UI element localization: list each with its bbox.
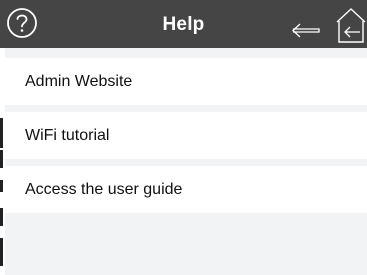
back-button[interactable]: [290, 0, 326, 48]
menu-item-wifi-tutorial[interactable]: WiFi tutorial: [5, 112, 367, 159]
edge-tick: [0, 150, 3, 168]
edge-tick: [0, 238, 3, 266]
home-button[interactable]: [332, 0, 367, 48]
help-screen: Help Admin Website WiFi tutorial Access …: [0, 0, 367, 275]
menu-item-user-guide[interactable]: Access the user guide: [5, 166, 367, 213]
home-icon: [336, 8, 366, 43]
edge-tick: [0, 208, 3, 226]
menu-item-label: Access the user guide: [25, 181, 183, 198]
menu-item-admin-website[interactable]: Admin Website: [5, 58, 367, 105]
edge-tick: [0, 180, 3, 192]
header-bar: Help: [0, 0, 367, 48]
help-button[interactable]: [6, 0, 40, 48]
menu-item-label: WiFi tutorial: [25, 127, 110, 144]
back-arrow-icon: [292, 23, 320, 38]
menu-item-label: Admin Website: [25, 73, 133, 90]
help-circle-icon: [7, 8, 37, 38]
edge-tick: [0, 118, 3, 148]
